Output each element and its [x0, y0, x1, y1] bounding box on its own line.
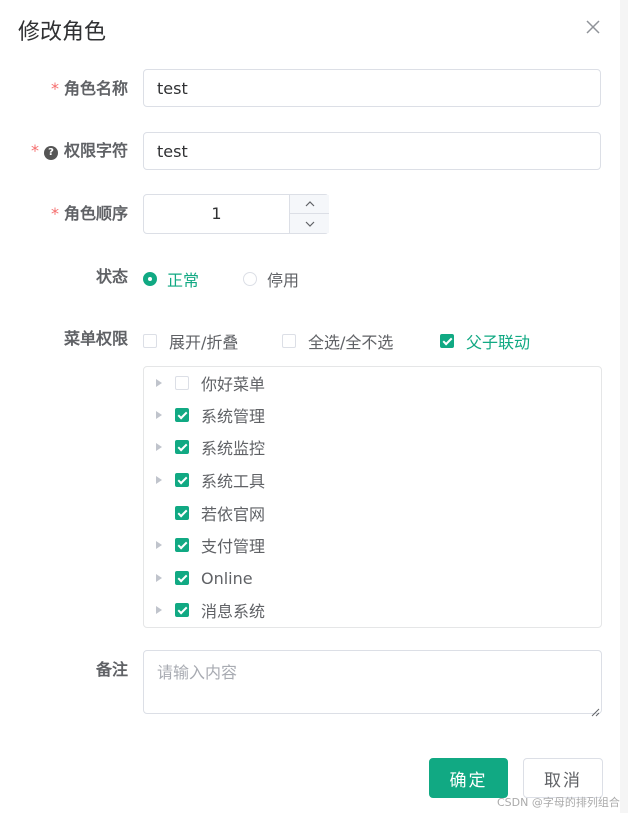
required-mark: *: [50, 204, 59, 223]
edit-role-dialog: 修改角色 *角色名称 *?权限字符 *角色顺序 1 状态 正常: [0, 0, 628, 813]
role-order-stepper[interactable]: 1: [143, 194, 329, 234]
parent-child-link-checkbox[interactable]: 父子联动: [440, 329, 530, 353]
role-name-input[interactable]: [143, 69, 601, 107]
tree-node[interactable]: 系统工具: [144, 468, 584, 492]
caret-right-icon[interactable]: [156, 476, 162, 484]
checkbox-checked-icon[interactable]: [175, 473, 189, 487]
remark-label: 备注: [95, 660, 128, 679]
checkbox-checked-icon[interactable]: [175, 603, 189, 617]
remark-textarea[interactable]: [143, 650, 602, 714]
status-label: 状态: [95, 267, 128, 286]
caret-right-icon[interactable]: [156, 541, 162, 549]
chevron-down-icon[interactable]: [290, 214, 329, 233]
role-name-label: * 角色名称: [50, 79, 128, 98]
caret-right-icon[interactable]: [156, 443, 162, 451]
checkbox-unchecked-icon: [143, 334, 157, 348]
cancel-button[interactable]: 取消: [523, 758, 603, 798]
status-radio-disabled[interactable]: 停用: [243, 267, 299, 291]
menu-tree: 你好菜单 系统管理 系统监控 系统工具 若依官网 支付管理 Online 消息系…: [143, 366, 602, 628]
watermark: CSDN @字母的排列组合: [497, 796, 620, 809]
checkbox-checked-icon[interactable]: [175, 538, 189, 552]
checkbox-checked-icon[interactable]: [175, 506, 189, 520]
radio-unchecked-icon: [243, 272, 257, 286]
question-circle-icon[interactable]: ?: [43, 146, 58, 160]
checkbox-checked-icon[interactable]: [175, 440, 189, 454]
required-mark: *: [50, 79, 59, 98]
checkbox-checked-icon: [440, 334, 454, 348]
tree-node[interactable]: 系统监控: [144, 435, 584, 459]
required-mark: *: [30, 141, 39, 160]
close-icon[interactable]: [582, 16, 604, 38]
caret-right-icon[interactable]: [156, 411, 162, 419]
checkbox-checked-icon[interactable]: [175, 408, 189, 422]
resize-handle-icon[interactable]: [590, 702, 600, 717]
tree-node[interactable]: 系统管理: [144, 403, 584, 427]
tree-node[interactable]: 若依官网: [144, 501, 584, 525]
checkbox-unchecked-icon[interactable]: [175, 376, 189, 390]
caret-right-icon[interactable]: [156, 606, 162, 614]
checkbox-checked-icon[interactable]: [175, 571, 189, 585]
select-all-checkbox[interactable]: 全选/全不选: [282, 329, 393, 353]
tree-node[interactable]: 消息系统: [144, 598, 584, 622]
tree-node[interactable]: 支付管理: [144, 533, 584, 557]
tree-node[interactable]: 你好菜单: [144, 371, 584, 395]
chevron-up-icon[interactable]: [290, 195, 329, 214]
menu-permissions-label: 菜单权限: [63, 329, 128, 348]
permission-key-input[interactable]: [143, 132, 601, 170]
dialog-title: 修改角色: [18, 20, 107, 45]
caret-right-icon[interactable]: [156, 574, 162, 582]
tree-node[interactable]: Online: [144, 566, 584, 590]
role-order-value[interactable]: 1: [144, 195, 289, 233]
status-radio-normal[interactable]: 正常: [143, 267, 199, 291]
stepper-controls: [289, 195, 329, 233]
caret-right-icon[interactable]: [156, 379, 162, 387]
background-edge: [620, 0, 628, 813]
checkbox-unchecked-icon: [282, 334, 296, 348]
radio-checked-icon: [143, 272, 157, 286]
confirm-button[interactable]: 确定: [429, 758, 508, 798]
permission-key-label: *? 权限字符: [30, 141, 128, 160]
expand-collapse-checkbox[interactable]: 展开/折叠: [143, 329, 238, 353]
role-order-label: * 角色顺序: [50, 204, 128, 223]
